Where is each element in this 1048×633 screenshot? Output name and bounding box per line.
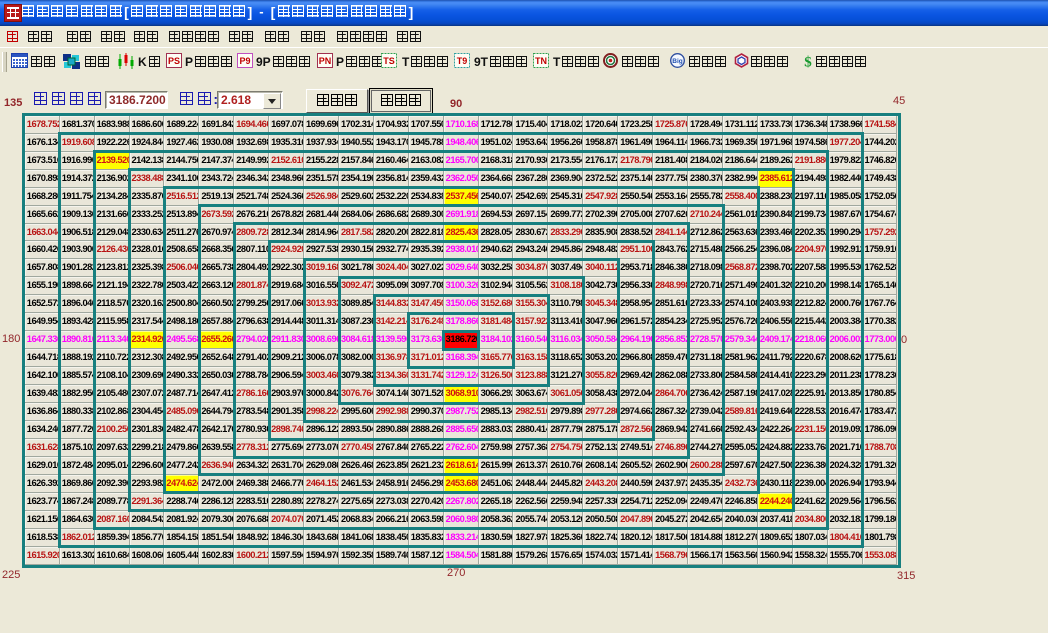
svg-text:T9: T9: [457, 56, 468, 66]
svg-text:TS: TS: [383, 56, 395, 66]
svg-text:PN: PN: [319, 56, 332, 66]
svg-text:P9: P9: [239, 56, 250, 66]
svg-text:$: $: [804, 55, 812, 70]
svg-text:Big: Big: [672, 58, 683, 65]
svg-text:PS: PS: [168, 56, 180, 66]
svg-text:TN: TN: [535, 56, 547, 66]
